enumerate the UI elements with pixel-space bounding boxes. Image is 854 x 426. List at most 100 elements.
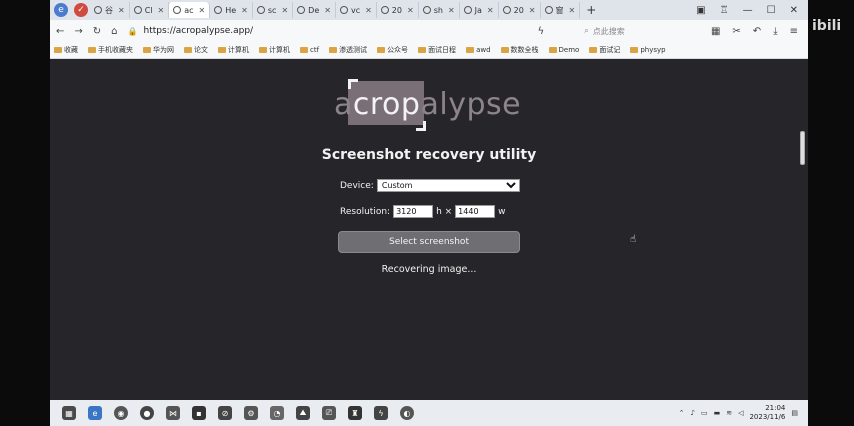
shirt-icon[interactable]: ♖ (720, 5, 729, 16)
vscode-app-icon[interactable]: ⋈ (166, 406, 180, 420)
tab-close-icon[interactable]: ✕ (281, 6, 288, 15)
bookmark-item[interactable]: 渗透测试 (329, 45, 367, 55)
tab-favicon-icon (380, 6, 389, 14)
terminal-app-icon[interactable]: ▪ (192, 406, 206, 420)
bookmark-item[interactable]: 论文 (184, 45, 208, 55)
browser-tab[interactable]: vc ✕ (336, 2, 377, 18)
browser-tab[interactable]: 窗 ✕ (541, 2, 581, 18)
tab-favicon-icon (173, 6, 182, 14)
browser-tab[interactable]: Cl ✕ (130, 2, 170, 18)
browser-tab[interactable]: ac ✕ (169, 2, 211, 18)
tab-close-icon[interactable]: ✕ (158, 6, 165, 15)
resolution-width-input[interactable] (393, 205, 434, 218)
tab-close-icon[interactable]: ✕ (569, 6, 576, 15)
wifi-icon[interactable]: ≋ (726, 409, 732, 417)
bookmark-label: 手机收藏夹 (98, 46, 133, 54)
chrome-app-icon[interactable]: ◉ (114, 406, 128, 420)
edge-app-icon[interactable]: ◐ (400, 406, 414, 420)
undo-icon[interactable]: ↶ (753, 26, 761, 37)
device-select[interactable]: Custom (376, 179, 520, 192)
tab-close-icon[interactable]: ✕ (324, 6, 331, 15)
display-icon[interactable]: ▭ (701, 409, 708, 417)
profile-icon[interactable]: ▣ (696, 5, 705, 16)
bookmark-item[interactable]: 手机收藏夹 (88, 45, 133, 55)
logo-text: acropalypse (334, 87, 521, 122)
settings-app-icon[interactable]: ⚙ (244, 406, 258, 420)
bookmark-item[interactable]: 公众号 (377, 45, 408, 55)
forward-icon[interactable]: → (74, 26, 82, 37)
browser-app-icon[interactable]: e (88, 406, 102, 420)
tab-close-icon[interactable]: ✕ (199, 6, 206, 15)
menu-icon[interactable]: ≡ (790, 26, 798, 37)
tab-close-icon[interactable]: ✕ (118, 6, 125, 15)
browser-tab[interactable]: 20 ✕ (377, 2, 419, 18)
pinned-tab-icon[interactable]: ✓ (74, 3, 88, 17)
tab-close-icon[interactable]: ✕ (448, 6, 455, 15)
folder-icon (377, 47, 386, 53)
browser-tab[interactable]: sc ✕ (253, 2, 294, 18)
browser-tab[interactable]: 谷 ✕ (90, 2, 130, 18)
home-icon[interactable]: ⌂ (111, 26, 117, 37)
tab-label: 窗 (555, 5, 564, 15)
tool-app-icon[interactable]: ⊘ (218, 406, 232, 420)
tab-favicon-icon (297, 6, 306, 14)
folder-icon (418, 47, 427, 53)
bookmark-item[interactable]: 面试日程 (418, 45, 456, 55)
bookmark-label: awd (476, 46, 491, 54)
tab-close-icon[interactable]: ✕ (241, 6, 248, 15)
chevron-up-icon[interactable]: ⌃ (679, 409, 685, 417)
bookmark-item[interactable]: 收藏 (54, 45, 78, 55)
search-input[interactable]: ⌕ 点此搜索 (584, 26, 701, 37)
game-app-icon[interactable]: ♜ (348, 406, 362, 420)
url-field[interactable]: 🔒 https://acropalypse.app/ (128, 23, 378, 39)
back-icon[interactable]: ← (56, 26, 64, 37)
bookmark-item[interactable]: 数数全栈 (500, 45, 539, 55)
browser-tab[interactable]: De ✕ (293, 2, 336, 18)
bookmark-item[interactable]: 计算机 (218, 45, 249, 55)
close-icon[interactable]: ✕ (790, 5, 798, 16)
browser-tab[interactable]: He ✕ (210, 2, 253, 18)
mic-icon[interactable]: ♪ (690, 409, 694, 417)
search-icon: ⌕ (584, 26, 589, 35)
media-app-icon[interactable]: ⛰ (296, 406, 310, 420)
maximize-icon[interactable]: ☐ (767, 5, 776, 16)
bookmark-item[interactable]: physyp (630, 46, 666, 54)
resolution-height-input[interactable] (455, 205, 496, 218)
tab-close-icon[interactable]: ✕ (487, 6, 494, 15)
browser-tab[interactable]: 20 ✕ (499, 2, 541, 18)
tab-label: sh (433, 5, 443, 15)
volume-icon[interactable]: ◁ (738, 409, 743, 417)
tab-label: Ja (474, 5, 482, 15)
browser-tab[interactable]: sh ✕ (419, 2, 460, 18)
minimize-icon[interactable]: — (743, 5, 753, 16)
browser-tab[interactable]: Ja ✕ (460, 2, 499, 18)
download-icon[interactable]: ⤓ (773, 26, 777, 37)
tab-close-icon[interactable]: ✕ (365, 6, 372, 15)
new-tab-button[interactable]: + (586, 3, 596, 17)
bookmark-item[interactable]: Demo (548, 46, 579, 54)
bookmark-item[interactable]: ctf (300, 46, 319, 54)
app-icon[interactable]: ● (140, 406, 154, 420)
start-icon[interactable]: ▦ (62, 406, 76, 420)
tab-close-icon[interactable]: ✕ (529, 6, 536, 15)
tab-label: 20 (391, 5, 402, 15)
reload-icon[interactable]: ↻ (93, 26, 101, 37)
screen-app-icon[interactable]: ⎚ (322, 406, 336, 420)
battery-icon[interactable]: ▬ (714, 409, 721, 417)
clock[interactable]: 21:04 2023/11/6 (749, 404, 785, 422)
scissors-icon[interactable]: ✂ (732, 26, 740, 37)
bookmark-item[interactable]: 华为网 (143, 45, 174, 55)
browser-logo-icon[interactable]: e (54, 3, 68, 17)
lightning-icon[interactable]: ϟ (538, 26, 545, 37)
bolt-app-icon[interactable]: ϟ (374, 406, 388, 420)
paint-app-icon[interactable]: ◔ (270, 406, 284, 420)
bookmark-item[interactable]: awd (466, 46, 491, 54)
notification-icon[interactable]: ▤ (791, 409, 798, 417)
tab-close-icon[interactable]: ✕ (407, 6, 414, 15)
grid-icon[interactable]: ▦ (711, 26, 720, 37)
bookmark-item[interactable]: 计算机 (259, 45, 290, 55)
bookmark-item[interactable]: 面试记 (589, 45, 620, 55)
select-screenshot-button[interactable]: Select screenshot (338, 231, 520, 253)
bookmark-label: 面试记 (599, 46, 621, 54)
scrollbar[interactable] (800, 131, 805, 165)
